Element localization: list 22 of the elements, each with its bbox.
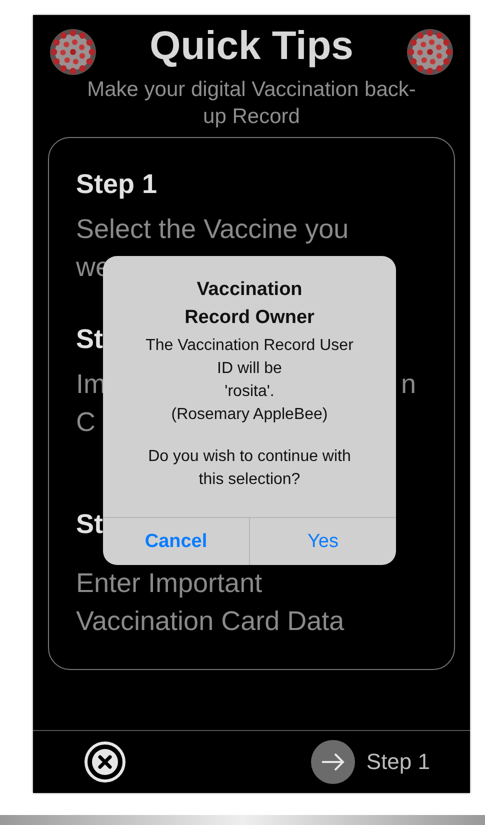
alert-message: 'rosita'. bbox=[224, 382, 276, 402]
screen-title: Quick Tips bbox=[148, 24, 354, 69]
step-heading: St bbox=[76, 508, 103, 541]
virus-icon bbox=[48, 27, 98, 77]
step-heading: St bbox=[76, 323, 103, 356]
step-description: Enter Important bbox=[76, 567, 262, 600]
step-description: Select the Vaccine you bbox=[76, 213, 349, 246]
alert-message: Do you wish to continue with this selection? bbox=[147, 447, 352, 490]
step-description: Vaccination Card Data bbox=[76, 605, 344, 638]
step-heading: Step 1 bbox=[76, 168, 158, 201]
alert-message: The Vaccination Record User ID will be bbox=[144, 336, 354, 379]
step-description: n bbox=[400, 368, 416, 401]
confirm-button[interactable]: Yes bbox=[249, 518, 396, 565]
arrow-right-icon bbox=[310, 739, 356, 785]
next-button[interactable]: Step 1 bbox=[310, 739, 430, 785]
alert-message: (Rosemary AppleBee) bbox=[170, 405, 329, 425]
virus-icon bbox=[405, 27, 455, 77]
alert-title: Vaccination Record Owner bbox=[184, 278, 316, 330]
close-icon[interactable] bbox=[83, 740, 127, 784]
screen-subtitle: Make your digital Vaccination back-up Record bbox=[86, 77, 417, 130]
step-description: C bbox=[76, 406, 96, 439]
cancel-button[interactable]: Cancel bbox=[103, 518, 249, 565]
